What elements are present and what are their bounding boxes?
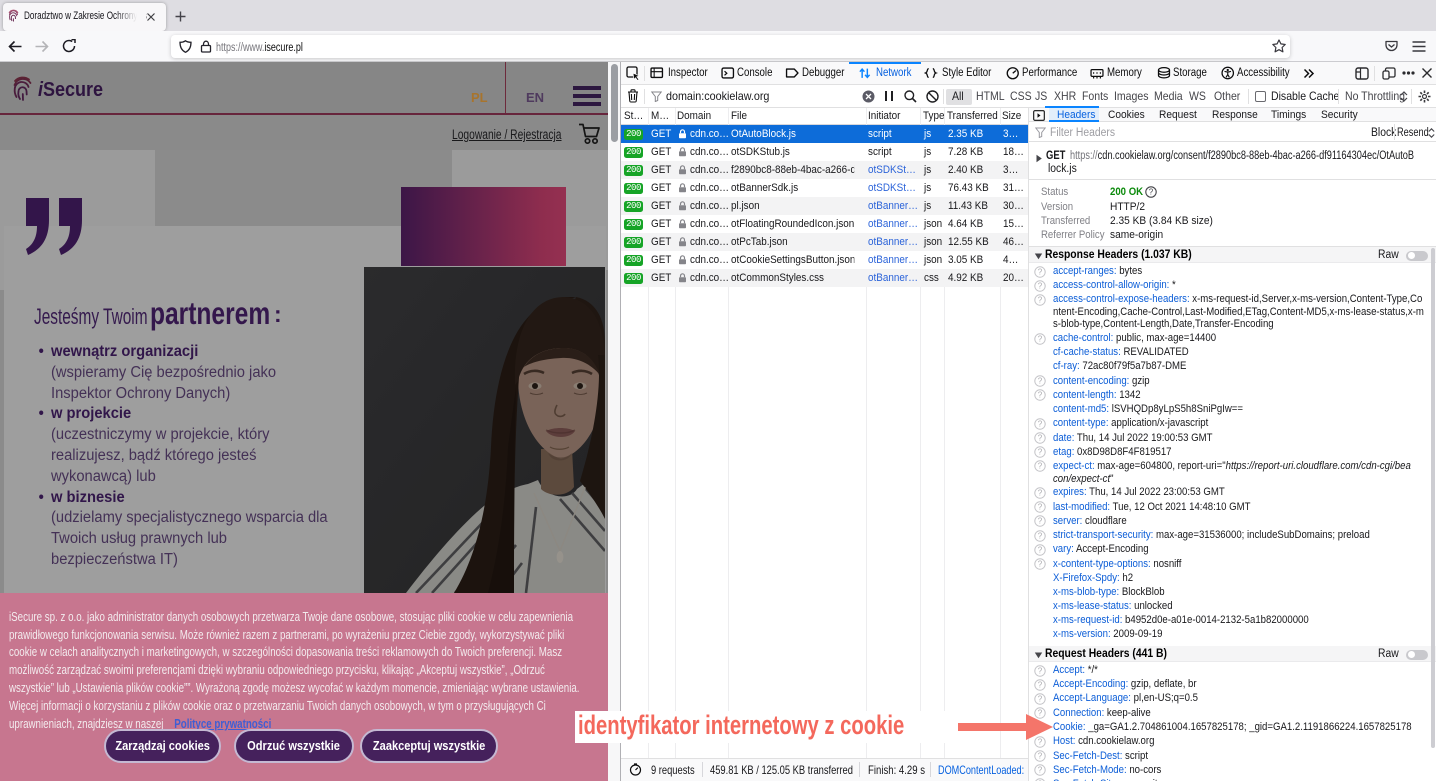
svg-text:?: ? xyxy=(1038,377,1043,386)
svg-text:?: ? xyxy=(1038,752,1043,761)
svg-text:?: ? xyxy=(1038,419,1043,428)
svg-text:?: ? xyxy=(1038,694,1043,703)
svg-text:?: ? xyxy=(1038,531,1043,540)
svg-text:?: ? xyxy=(1038,434,1043,443)
svg-text:?: ? xyxy=(1038,391,1043,400)
svg-text:?: ? xyxy=(1038,680,1043,689)
svg-text:?: ? xyxy=(1038,462,1043,471)
svg-text:?: ? xyxy=(1038,448,1043,457)
svg-text:?: ? xyxy=(1038,560,1043,569)
svg-text:?: ? xyxy=(1149,188,1154,197)
svg-text:?: ? xyxy=(1038,295,1043,304)
svg-text:?: ? xyxy=(1038,666,1043,675)
svg-text:?: ? xyxy=(1038,766,1043,775)
svg-text:?: ? xyxy=(1038,334,1043,343)
svg-text:?: ? xyxy=(1038,267,1043,276)
svg-text:?: ? xyxy=(1038,488,1043,497)
svg-text:?: ? xyxy=(1038,281,1043,290)
svg-text:?: ? xyxy=(1038,517,1043,526)
svg-text:?: ? xyxy=(1038,545,1043,554)
svg-text:?: ? xyxy=(1038,503,1043,512)
